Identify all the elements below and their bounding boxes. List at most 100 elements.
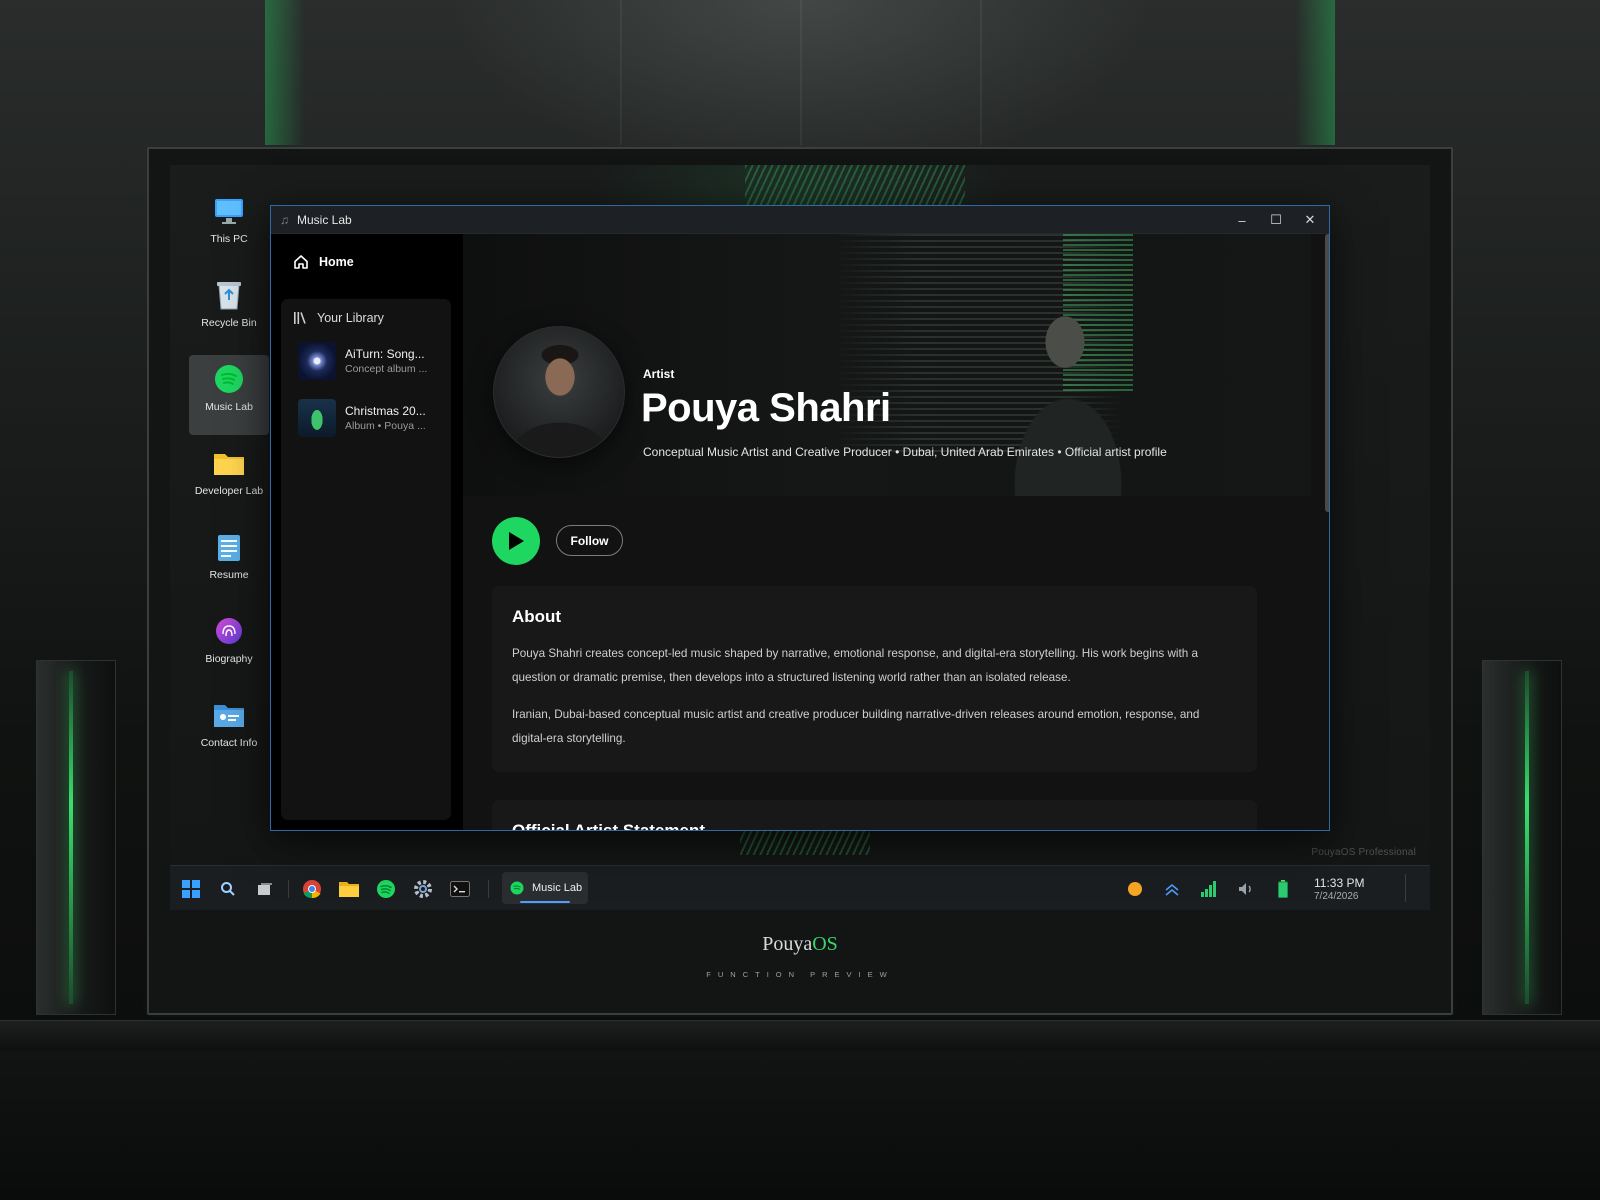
network-up-icon: [1165, 883, 1179, 896]
battery-icon: [1278, 880, 1288, 898]
speaker-left: [36, 660, 116, 1015]
music-lab-icon: [213, 363, 245, 395]
terminal-icon: [450, 881, 470, 897]
follow-button[interactable]: Follow: [556, 525, 623, 556]
theme-toggle-button[interactable]: [1120, 874, 1150, 904]
taskbar-active-app-label: Music Lab: [532, 882, 583, 894]
wallpaper-code-rain: [745, 165, 965, 205]
hero-background-image: [1003, 284, 1133, 496]
taskbar-active-app[interactable]: Music Lab: [502, 872, 588, 904]
desktop-icon-biography[interactable]: Biography: [189, 607, 269, 687]
brand-tagline: FUNCTION PREVIEW: [706, 970, 894, 979]
speaker-right: [1482, 660, 1562, 1015]
minimize-button[interactable]: –: [1225, 206, 1259, 234]
desktop-icon-resume[interactable]: Resume: [189, 523, 269, 603]
library-item-title: Christmas 20...: [345, 403, 426, 418]
wall-panel-line: [980, 0, 982, 145]
library-panel: Your Library AiTurn: Song... Concept alb…: [281, 299, 451, 820]
library-icon: [294, 312, 306, 324]
floor: [0, 1050, 1600, 1200]
artist-hero: Artist Pouya Shahri Conceptual Music Art…: [463, 234, 1311, 496]
play-icon: [509, 532, 524, 550]
floor-ledge: [0, 1020, 1600, 1052]
desktop-icon-recycle-bin[interactable]: Recycle Bin: [189, 271, 269, 351]
music-lab-icon: [510, 881, 524, 895]
music-lab-window: ♫ Music Lab – ☐ ✕ Home Your Library AiTu…: [270, 205, 1330, 831]
window-title: Music Lab: [297, 212, 352, 227]
statement-title: Official Artist Statement: [512, 821, 706, 831]
folder-icon: [213, 447, 245, 479]
maximize-button[interactable]: ☐: [1259, 206, 1293, 234]
volume-icon: [1239, 883, 1251, 895]
library-header[interactable]: Your Library: [293, 311, 384, 325]
chrome-button[interactable]: [297, 874, 327, 904]
library-item[interactable]: Christmas 20... Album • Pouya ...: [298, 398, 448, 438]
desktop-icon-this-pc[interactable]: This PC: [189, 187, 269, 267]
taskbar-search-button[interactable]: [213, 874, 243, 904]
album-cover-image: [298, 342, 336, 380]
search-icon: [221, 882, 235, 896]
chrome-icon: [303, 880, 321, 899]
volume-button[interactable]: [1231, 874, 1261, 904]
fingerprint-icon: [213, 615, 245, 647]
about-paragraph: Iranian, Dubai-based conceptual music ar…: [512, 708, 1200, 745]
library-item[interactable]: AiTurn: Song... Concept album ...: [298, 341, 448, 381]
sidebar: Home Your Library AiTurn: Song... Concep…: [271, 234, 463, 830]
file-explorer-button[interactable]: [334, 874, 364, 904]
window-titlebar[interactable]: ♫ Music Lab – ☐ ✕: [271, 206, 1329, 234]
music-lab-taskbar-button[interactable]: [371, 874, 401, 904]
pillar-glow-left: [265, 0, 305, 145]
artist-description: Conceptual Music Artist and Creative Pro…: [643, 445, 1167, 459]
settings-icon: [414, 880, 432, 898]
task-view-icon: [258, 883, 272, 895]
recycle-bin-icon: [213, 279, 245, 311]
start-button[interactable]: [176, 874, 206, 904]
play-button[interactable]: [492, 517, 540, 565]
album-cover-image: [298, 399, 336, 437]
theme-toggle-icon: [1128, 882, 1142, 896]
signal-icon: [1201, 881, 1216, 897]
contact-card-icon: [213, 699, 245, 731]
start-icon: [182, 880, 200, 898]
artist-name: Pouya Shahri: [641, 386, 891, 430]
taskbar: Music Lab 11:33 PM 7/24/2026: [170, 865, 1430, 910]
wall-panel-line: [800, 0, 802, 145]
library-item-subtitle: Concept album ...: [345, 362, 428, 375]
file-explorer-icon: [339, 882, 359, 897]
pillar-glow-right: [1295, 0, 1335, 145]
battery-button[interactable]: [1268, 874, 1298, 904]
desktop-icon-contact-info[interactable]: Contact Info: [189, 691, 269, 771]
artist-avatar: [493, 326, 625, 458]
os-watermark: PouyaOS Professional: [1311, 847, 1416, 858]
library-item-subtitle: Album • Pouya ...: [345, 419, 426, 432]
library-item-title: AiTurn: Song...: [345, 346, 425, 361]
desktop-icon-music-lab[interactable]: Music Lab: [189, 355, 269, 435]
clock-date: 7/24/2026: [1314, 891, 1359, 902]
monitor-icon: [213, 195, 245, 227]
statement-card: Official Artist Statement: [492, 800, 1257, 831]
signal-button[interactable]: [1194, 874, 1224, 904]
terminal-button[interactable]: [445, 874, 475, 904]
music-note-icon: ♫: [280, 212, 289, 227]
desktop-icon-developer-lab[interactable]: Developer Lab: [189, 439, 269, 519]
clock-time: 11:33 PM: [1314, 876, 1365, 890]
close-button[interactable]: ✕: [1293, 206, 1327, 234]
tray-overflow-button[interactable]: [1157, 874, 1187, 904]
settings-button[interactable]: [408, 874, 438, 904]
taskbar-clock[interactable]: 11:33 PM 7/24/2026: [1314, 876, 1364, 903]
brand-logo: PouyaOS: [762, 933, 838, 955]
main-content: Artist Pouya Shahri Conceptual Music Art…: [463, 234, 1329, 831]
music-lab-icon: [377, 880, 395, 898]
about-paragraph: Pouya Shahri creates concept-led music s…: [512, 647, 1199, 684]
artist-type-label: Artist: [643, 367, 675, 381]
sidebar-item-label: Home: [319, 255, 354, 269]
task-view-button[interactable]: [250, 874, 280, 904]
main-scrollbar[interactable]: [1325, 234, 1329, 512]
home-icon: [294, 255, 308, 269]
notepad-icon: [213, 531, 245, 563]
library-label: Your Library: [317, 311, 384, 325]
wall-panel-line: [620, 0, 622, 145]
about-card: About Pouya Shahri creates concept-led m…: [492, 586, 1257, 772]
sidebar-item-home[interactable]: Home: [293, 254, 354, 270]
about-title: About: [512, 607, 562, 626]
